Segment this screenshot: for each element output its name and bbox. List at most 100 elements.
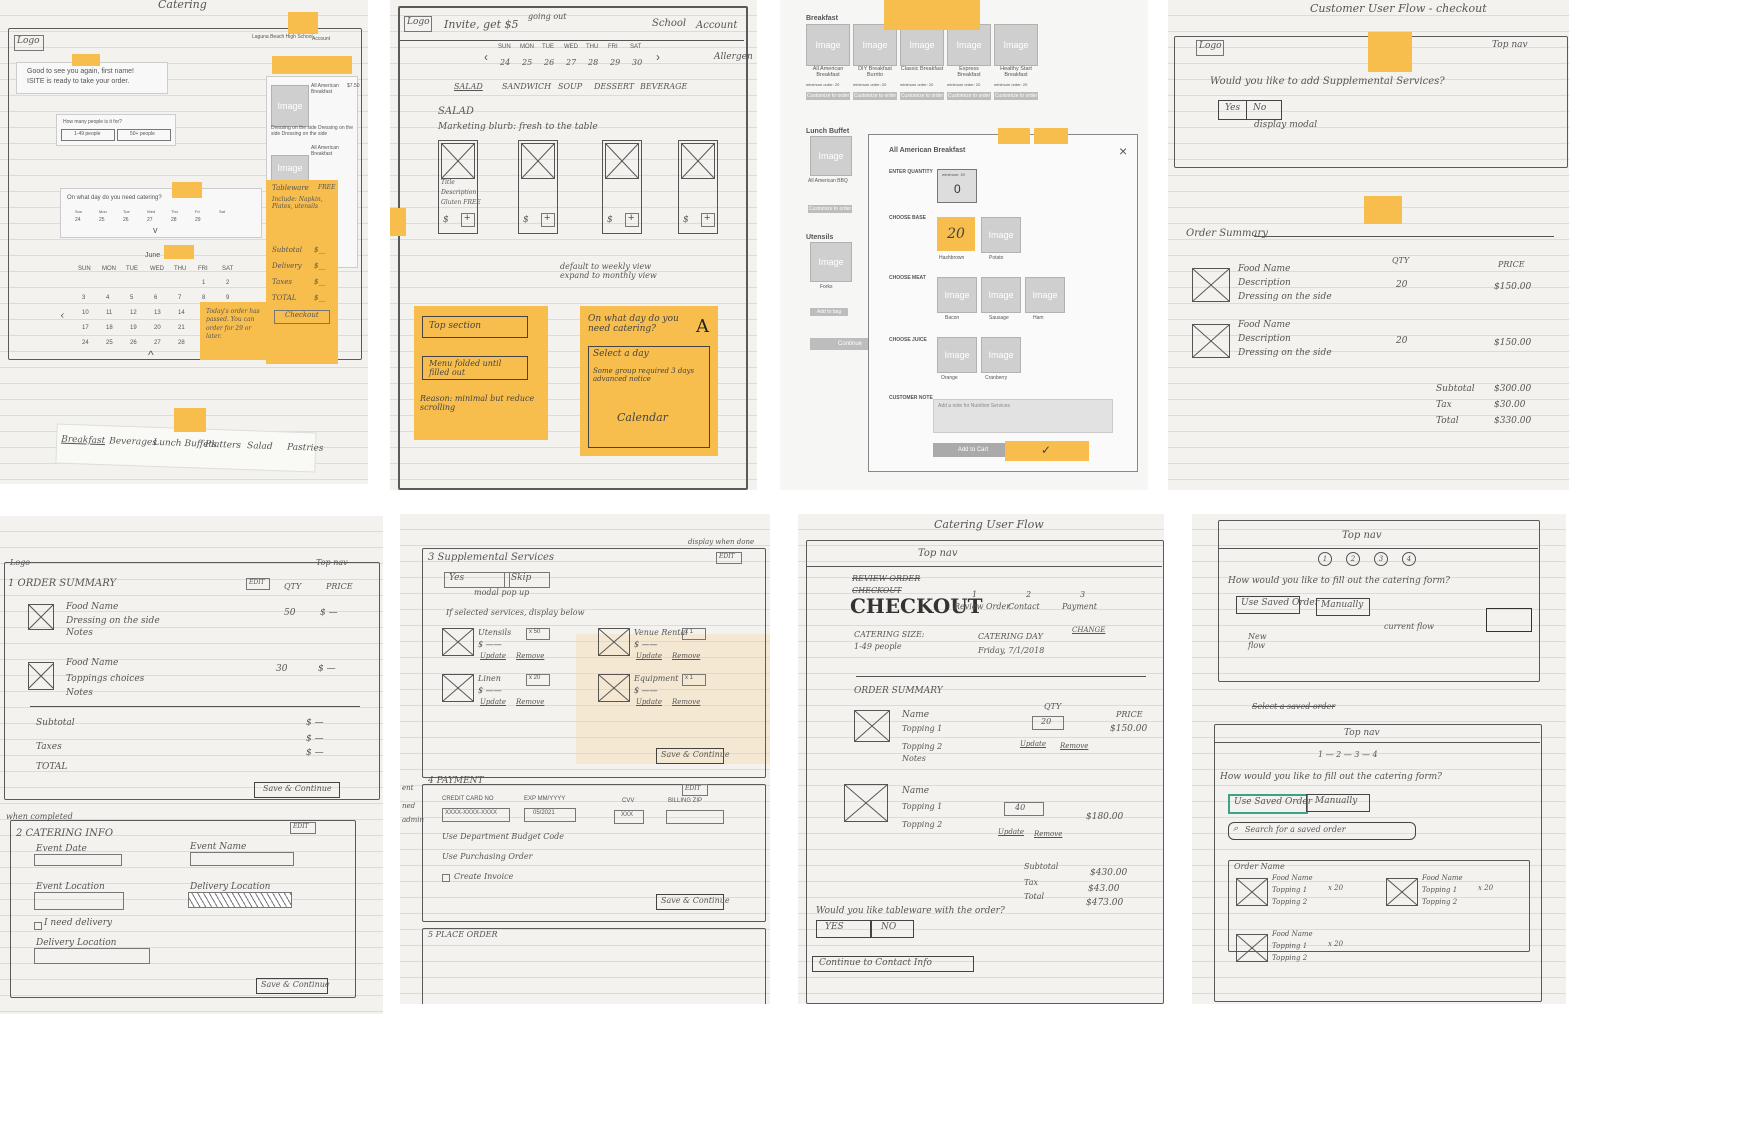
calendar-date[interactable]: 24 bbox=[82, 340, 89, 346]
juice-option[interactable]: Image bbox=[981, 337, 1021, 373]
service-qty[interactable]: x 50 bbox=[526, 628, 550, 640]
category-tab[interactable]: Breakfast bbox=[61, 435, 105, 447]
calendar-date[interactable]: 10 bbox=[82, 310, 89, 316]
calendar-date[interactable]: 25 bbox=[106, 340, 113, 346]
step-label[interactable]: Review Order bbox=[954, 602, 1010, 611]
customize-button[interactable]: Customize to order bbox=[947, 92, 991, 100]
add-to-cart-button[interactable]: Add to Cart bbox=[933, 443, 1013, 457]
category-tab[interactable]: BEVERAGE bbox=[640, 82, 687, 91]
logo[interactable]: Logo bbox=[14, 35, 44, 51]
school-link[interactable]: School bbox=[652, 18, 686, 29]
qty-input[interactable]: 40 bbox=[1004, 802, 1044, 816]
manually-button[interactable]: Manually bbox=[1306, 794, 1370, 812]
step-label[interactable]: Payment bbox=[1062, 602, 1097, 611]
remove-link[interactable]: Remove bbox=[672, 698, 700, 706]
customize-button[interactable]: Customize to order bbox=[994, 92, 1038, 100]
edit-button[interactable]: EDIT bbox=[246, 578, 270, 590]
continue-button[interactable]: Continue to Contact Info bbox=[812, 956, 974, 972]
save-continue-button[interactable]: Save & Continue bbox=[656, 748, 730, 764]
add-button[interactable]: + bbox=[541, 212, 555, 227]
top-nav[interactable]: Top nav bbox=[1492, 40, 1528, 50]
category-tab[interactable]: DESSERT bbox=[594, 82, 634, 91]
week-date[interactable]: 29 bbox=[195, 217, 201, 223]
cc-input[interactable]: XXXX-XXXX-XXXX bbox=[442, 808, 510, 822]
chevron-right-icon[interactable]: › bbox=[656, 50, 660, 64]
add-to-bag-button[interactable]: Add to bag bbox=[810, 308, 848, 316]
week-date[interactable]: 28 bbox=[171, 217, 177, 223]
top-nav[interactable]: Top nav bbox=[316, 558, 348, 567]
saved-order-search[interactable]: ⌕ Search for a saved order bbox=[1228, 822, 1416, 840]
no-button[interactable]: NO bbox=[870, 920, 914, 938]
yes-button[interactable]: YES bbox=[816, 920, 872, 938]
event-name-input[interactable] bbox=[190, 852, 294, 866]
calendar-date[interactable]: 18 bbox=[106, 325, 113, 331]
category-tab[interactable]: SALAD bbox=[454, 82, 483, 91]
exp-input[interactable]: 05/2021 bbox=[524, 808, 576, 822]
meat-option[interactable]: Image bbox=[937, 277, 977, 313]
edit-button[interactable]: EDIT bbox=[682, 784, 708, 796]
skip-button[interactable]: Skip bbox=[504, 572, 550, 588]
chevron-left-icon[interactable]: ‹ bbox=[484, 50, 488, 64]
week-date[interactable]: 30 bbox=[632, 58, 642, 67]
edit-button[interactable]: EDIT bbox=[290, 822, 316, 834]
invite-link[interactable]: Invite, get $5 bbox=[444, 18, 519, 31]
customize-button[interactable]: Customize to order bbox=[900, 92, 944, 100]
calendar-date[interactable]: 27 bbox=[154, 340, 161, 346]
category-tab[interactable]: SANDWICH bbox=[502, 82, 551, 91]
yes-button[interactable]: Yes bbox=[444, 572, 510, 588]
logo[interactable]: Logo bbox=[1196, 40, 1224, 56]
week-date[interactable]: 28 bbox=[588, 58, 598, 67]
calendar-date[interactable]: 4 bbox=[106, 295, 109, 301]
calendar-date[interactable]: 5 bbox=[130, 295, 133, 301]
billing-input[interactable] bbox=[666, 810, 724, 824]
use-saved-order-button-selected[interactable]: Use Saved Order bbox=[1228, 794, 1312, 814]
calendar-date[interactable]: 17 bbox=[82, 325, 89, 331]
meat-option[interactable]: Image bbox=[981, 277, 1021, 313]
category-tab[interactable]: Platters bbox=[205, 440, 241, 451]
update-link[interactable]: Update bbox=[636, 652, 662, 660]
no-button[interactable]: No bbox=[1246, 100, 1282, 120]
category-tab[interactable]: Pastries bbox=[287, 443, 324, 454]
add-button[interactable]: + bbox=[461, 212, 475, 227]
meat-option[interactable]: Image bbox=[1025, 277, 1065, 313]
remove-link[interactable]: Remove bbox=[516, 698, 544, 706]
account-link[interactable]: Account bbox=[696, 20, 737, 31]
update-link[interactable]: Update bbox=[636, 698, 662, 706]
top-nav[interactable]: Top nav bbox=[918, 548, 958, 559]
calendar-date[interactable]: 2 bbox=[226, 280, 229, 286]
step-label[interactable]: Contact bbox=[1008, 602, 1040, 611]
save-continue-button[interactable]: Save & Continue bbox=[656, 894, 730, 910]
calendar-date[interactable]: 26 bbox=[130, 340, 137, 346]
calendar-date[interactable]: 12 bbox=[130, 310, 137, 316]
calendar-date[interactable]: 21 bbox=[178, 325, 185, 331]
category-tab[interactable]: Salad bbox=[247, 441, 273, 452]
week-date[interactable]: 24 bbox=[75, 217, 81, 223]
chevron-down-icon[interactable]: v bbox=[153, 225, 158, 235]
logo[interactable]: Logo bbox=[404, 16, 432, 32]
calendar-date[interactable]: 8 bbox=[202, 295, 205, 301]
calendar-date[interactable]: 6 bbox=[154, 295, 157, 301]
menu-item-card[interactable]: Title Description Gluten FREE $ + bbox=[438, 140, 481, 234]
customize-button[interactable]: Customize to order bbox=[808, 205, 852, 213]
use-saved-order-button[interactable]: Use Saved Order bbox=[1236, 596, 1319, 614]
top-nav[interactable]: Top nav bbox=[1344, 728, 1380, 738]
calendar-date[interactable]: 20 bbox=[154, 325, 161, 331]
qty-input[interactable]: 20 bbox=[1032, 716, 1064, 730]
people-option-2[interactable]: 50+ people bbox=[117, 129, 171, 141]
remove-link[interactable]: Remove bbox=[516, 652, 544, 660]
update-link[interactable]: Update bbox=[480, 698, 506, 706]
base-option-selected[interactable]: 20 bbox=[937, 217, 975, 251]
juice-option[interactable]: Image bbox=[937, 337, 977, 373]
week-date[interactable]: 29 bbox=[610, 58, 620, 67]
account-label[interactable]: Account bbox=[312, 36, 330, 42]
prev-arrow[interactable]: ‹ bbox=[60, 308, 65, 322]
service-qty[interactable]: x 1 bbox=[682, 674, 706, 686]
delivery-checkbox[interactable] bbox=[34, 922, 42, 930]
remove-link[interactable]: Remove bbox=[672, 652, 700, 660]
manually-button[interactable]: Manually bbox=[1316, 598, 1370, 616]
save-continue-button[interactable]: Save & Continue bbox=[256, 978, 330, 994]
week-date[interactable]: 26 bbox=[123, 217, 129, 223]
people-option-1[interactable]: 1-49 people bbox=[61, 129, 115, 141]
event-location-input[interactable] bbox=[34, 892, 124, 910]
week-date[interactable]: 27 bbox=[147, 217, 153, 223]
